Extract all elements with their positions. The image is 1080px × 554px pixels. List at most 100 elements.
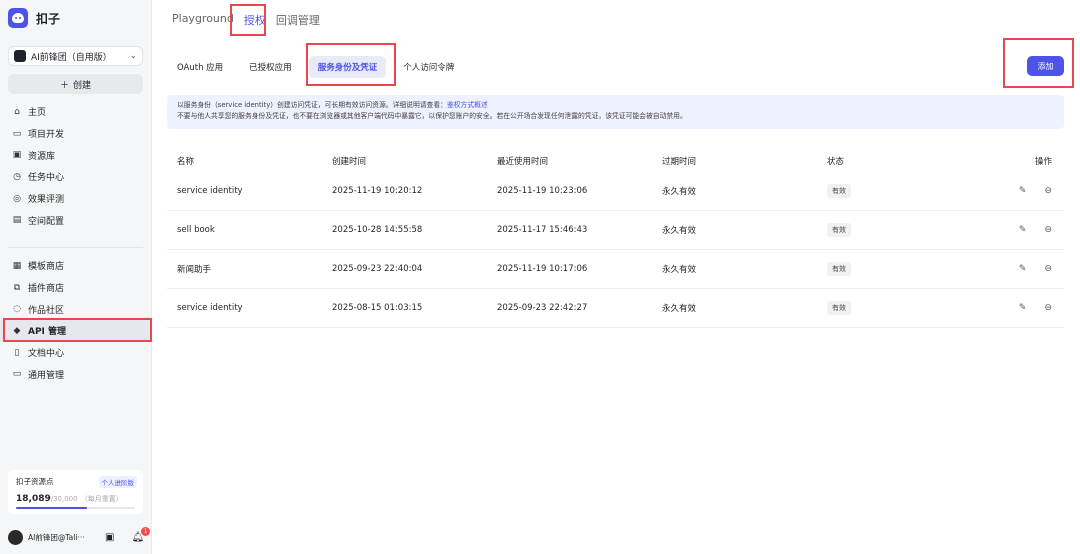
edit-icon[interactable]: ✎ (1019, 303, 1027, 313)
edit-icon[interactable]: ✎ (1019, 264, 1027, 274)
row-expires: 永久有效 (662, 265, 697, 275)
workspace-selector[interactable]: AI前锋团（自用版） ⌄ (8, 46, 143, 66)
app-name: 扣子 (36, 11, 61, 26)
row-created: 2025-10-28 14:55:58 (332, 225, 423, 235)
remove-icon[interactable]: ⊖ (1044, 303, 1052, 313)
eval-icon: ◎ (13, 193, 21, 204)
tab-oauth-apps[interactable]: OAuth 应用 (168, 56, 232, 78)
col-actions-header: 操作 (1034, 157, 1052, 167)
tab-authorized-apps[interactable]: 已授权应用 (240, 56, 301, 78)
row-created: 2025-11-19 10:20:12 (332, 186, 423, 196)
user-name[interactable]: AI前锋团@Tali··· (28, 532, 88, 543)
sidebar-item-home[interactable]: ⌂ 主页 (0, 101, 152, 123)
sidebar-item-label: 作品社区 (28, 305, 65, 316)
table-row[interactable]: 新闻助手 2025-09-23 22:40:04 2025-11-19 10:1… (167, 250, 1064, 289)
resource-total: /30,000 (50, 495, 78, 503)
sidebar: 扣子 AI前锋团（自用版） ⌄ ＋ 创建 ⌂ 主页 ▭ 项目开发 ▣ 资源库 ◷… (0, 0, 152, 554)
sidebar-item-tasks[interactable]: ◷ 任务中心 (0, 166, 152, 188)
resource-count: 18,089/30,000 （每月重置） (16, 494, 135, 504)
status-badge: 有效 (827, 301, 851, 315)
col-status-header: 状态 (827, 157, 845, 167)
sidebar-item-project[interactable]: ▭ 项目开发 (0, 123, 152, 145)
row-last-used: 2025-11-17 15:46:43 (497, 225, 588, 235)
template-icon: ▦ (12, 260, 22, 271)
sidebar-item-plugins[interactable]: ⧉ 插件商店 (0, 277, 152, 299)
tab-callback-management[interactable]: 回调管理 (276, 12, 320, 28)
remove-icon[interactable]: ⊖ (1044, 186, 1052, 196)
status-badge: 有效 (827, 223, 851, 237)
task-icon: ◷ (13, 171, 21, 182)
sidebar-item-library[interactable]: ▣ 资源库 (0, 144, 152, 166)
col-last-used-header: 最近使用时间 (497, 157, 549, 167)
nav-primary: ⌂ 主页 ▭ 项目开发 ▣ 资源库 ◷ 任务中心 ◎ 效果评测 ▤ 空间配置 (0, 101, 152, 231)
row-name: service identity (177, 303, 243, 313)
tab-personal-access-token[interactable]: 个人访问令牌 (394, 56, 463, 78)
row-last-used: 2025-09-23 22:42:27 (497, 303, 588, 313)
project-icon: ▭ (12, 128, 22, 139)
service-identity-table: 名称 创建时间 最近使用时间 过期时间 状态 操作 service identi… (167, 150, 1064, 328)
highlight-box-service-tab (306, 43, 396, 86)
table-row[interactable]: sell book 2025-10-28 14:55:58 2025-11-17… (167, 211, 1064, 250)
resource-card[interactable]: 扣子资源点 个人进阶版 18,089/30,000 （每月重置） (8, 470, 143, 514)
tab-playground[interactable]: Playground (172, 12, 234, 28)
qr-code-icon[interactable]: ▣ (105, 532, 114, 543)
notice-text: 以服务身份（service identity）创建访问凭证，可长期有效访问资源。… (177, 101, 447, 109)
sidebar-item-general-management[interactable]: ▭ 通用管理 (0, 363, 152, 385)
edit-icon[interactable]: ✎ (1019, 186, 1027, 196)
nav-divider (8, 247, 143, 248)
community-icon: ◌ (13, 304, 21, 315)
row-expires: 永久有效 (662, 187, 697, 197)
sidebar-item-label: 空间配置 (28, 216, 65, 227)
row-expires: 永久有效 (662, 226, 697, 236)
remove-icon[interactable]: ⊖ (1044, 225, 1052, 235)
resource-used: 18,089 (16, 494, 51, 504)
table-row[interactable]: service identity 2025-08-15 01:03:15 202… (167, 289, 1064, 328)
avatar[interactable] (8, 529, 23, 545)
row-created: 2025-08-15 01:03:15 (332, 303, 423, 313)
sidebar-item-eval[interactable]: ◎ 效果评测 (0, 188, 152, 210)
sidebar-item-label: 模板商店 (28, 262, 65, 273)
sidebar-item-label: 任务中心 (28, 173, 65, 184)
remove-icon[interactable]: ⊖ (1044, 264, 1052, 274)
edit-icon[interactable]: ✎ (1019, 225, 1027, 235)
highlight-box-add (1003, 38, 1074, 88)
user-row: AI前锋团@Tali··· ▣ 🔔︎ 1 (8, 526, 151, 546)
bell-icon[interactable]: 🔔︎ 1 (131, 526, 151, 543)
notice-line-2: 不要与他人共享您的服务身份及凭证，也不要在浏览器或其他客户端代码中暴露它，以保护… (177, 112, 687, 120)
row-created: 2025-09-23 22:40:04 (332, 264, 423, 274)
sidebar-item-label: 效果评测 (28, 195, 65, 206)
create-button-label: 创建 (73, 80, 92, 91)
auth-docs-link[interactable]: 鉴权方式概述 (447, 101, 488, 109)
col-name-header: 名称 (177, 157, 195, 167)
sidebar-item-templates[interactable]: ▦ 模板商店 (0, 255, 152, 277)
highlight-box-api (3, 318, 152, 342)
resource-progress-bar (16, 507, 135, 509)
highlight-box-auth-tab (230, 4, 266, 36)
sidebar-item-docs[interactable]: ▯ 文档中心 (0, 342, 152, 364)
resource-progress-fill (16, 507, 88, 509)
plus-icon: ＋ (59, 80, 69, 91)
table-header: 名称 创建时间 最近使用时间 过期时间 状态 操作 (167, 150, 1064, 172)
library-icon: ▣ (12, 150, 22, 161)
sidebar-item-label: 插件商店 (28, 284, 65, 295)
sidebar-item-label: 通用管理 (28, 370, 65, 381)
plugin-icon: ⧉ (13, 282, 21, 293)
coze-logo-icon (8, 8, 28, 28)
doc-icon: ▯ (14, 347, 20, 358)
row-expires: 永久有效 (662, 304, 697, 314)
resource-note: （每月重置） (80, 495, 123, 503)
sidebar-item-space-config[interactable]: ▤ 空间配置 (0, 209, 152, 231)
status-badge: 有效 (827, 262, 851, 276)
create-button[interactable]: ＋ 创建 (8, 74, 143, 94)
row-name: service identity (177, 186, 243, 196)
workspace-name: AI前锋团（自用版） (31, 52, 112, 63)
workspace-avatar (14, 50, 26, 62)
app-header[interactable]: 扣子 (8, 8, 60, 28)
table-row[interactable]: service identity 2025-11-19 10:20:12 202… (167, 172, 1064, 211)
manage-icon: ▭ (12, 369, 22, 380)
home-icon: ⌂ (14, 106, 20, 117)
sidebar-item-label: 项目开发 (28, 130, 65, 141)
sidebar-item-community[interactable]: ◌ 作品社区 (0, 298, 152, 320)
sidebar-item-label: 资源库 (28, 151, 56, 162)
col-expires-header: 过期时间 (662, 157, 697, 167)
